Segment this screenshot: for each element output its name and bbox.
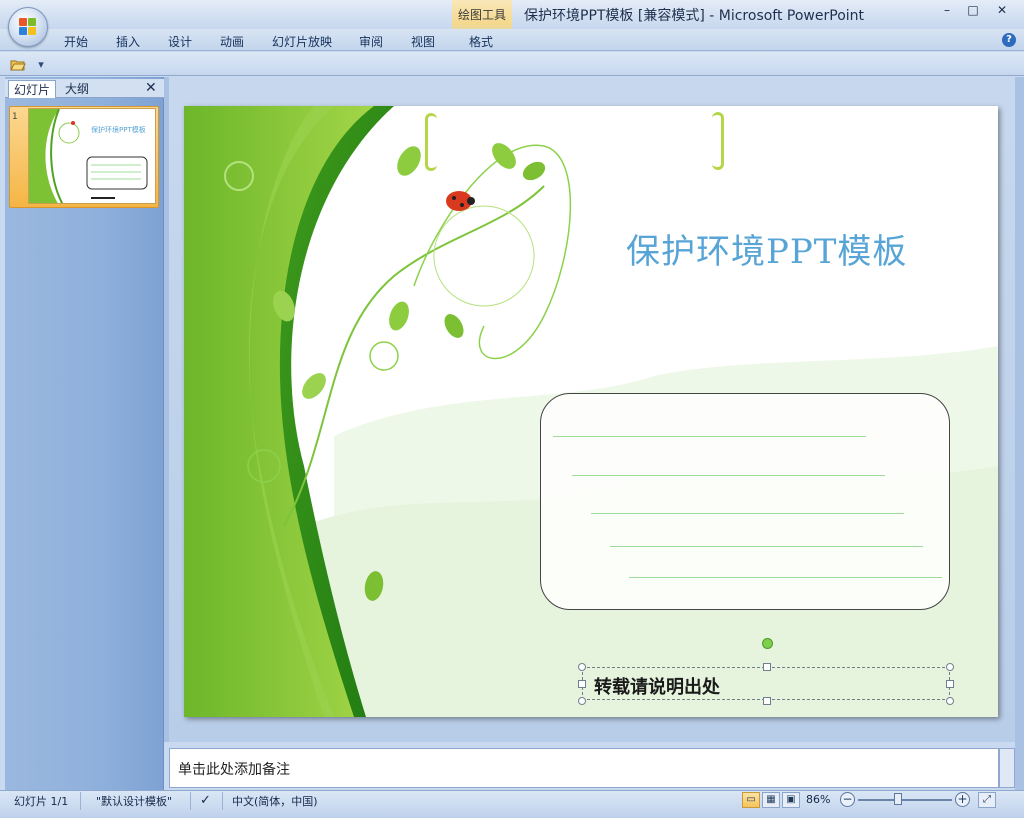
- resize-handle-left[interactable]: [578, 680, 586, 688]
- fit-to-window-button[interactable]: ⤢: [978, 792, 996, 808]
- tab-view[interactable]: 视图: [411, 33, 435, 50]
- tab-home[interactable]: 开始: [64, 33, 88, 50]
- office-button[interactable]: [8, 7, 48, 47]
- status-separator: [190, 792, 191, 810]
- text-line: [610, 546, 923, 547]
- tab-format[interactable]: 格式: [469, 33, 493, 50]
- tab-slides[interactable]: 幻灯片: [8, 80, 57, 98]
- tab-review[interactable]: 审阅: [359, 33, 383, 50]
- resize-handle-tr[interactable]: [946, 663, 954, 671]
- notes-placeholder[interactable]: 单击此处添加备注: [178, 759, 290, 779]
- text-line: [629, 577, 942, 578]
- resize-handle-bottom[interactable]: [763, 697, 771, 705]
- quick-access-toolbar: [0, 52, 1024, 76]
- notes-pane[interactable]: [169, 748, 999, 788]
- vertical-scrollbar[interactable]: [1015, 77, 1024, 790]
- zoom-slider-thumb[interactable]: [894, 793, 902, 805]
- close-button[interactable]: ✕: [990, 2, 1014, 18]
- title-bracket-left: [425, 113, 437, 171]
- folder-open-icon[interactable]: [10, 58, 26, 72]
- zoom-level[interactable]: 86%: [806, 793, 830, 806]
- resize-handle-tl[interactable]: [578, 663, 586, 671]
- close-pane-icon[interactable]: ✕: [145, 80, 157, 96]
- status-separator: [222, 792, 223, 810]
- text-line: [572, 475, 885, 476]
- resize-handle-top[interactable]: [763, 663, 771, 671]
- title-bracket-right: [712, 112, 724, 170]
- drawing-tools-label: 绘图工具: [457, 8, 506, 22]
- theme-name[interactable]: "默认设计模板": [96, 793, 172, 809]
- slide-sorter-button[interactable]: ▦: [762, 792, 780, 808]
- language-indicator[interactable]: 中文(简体，中国): [232, 793, 318, 809]
- zoom-slider-track[interactable]: [858, 799, 952, 801]
- text-line: [553, 436, 866, 437]
- normal-view-button[interactable]: ▭: [742, 792, 760, 808]
- slide-title[interactable]: 保护环境PPT模板: [626, 224, 907, 273]
- title-bar: [0, 0, 1024, 29]
- tab-animations[interactable]: 动画: [220, 33, 244, 50]
- slide-thumbnail-preview[interactable]: 保护环境PPT模板: [28, 108, 156, 204]
- window-title: 保护环境PPT模板 [兼容模式] - Microsoft PowerPoint: [524, 8, 865, 24]
- slide-thumbnail-number: 1: [12, 112, 18, 122]
- resize-handle-br[interactable]: [946, 697, 954, 705]
- spell-check-icon[interactable]: ✓: [200, 793, 211, 808]
- help-icon[interactable]: ?: [1002, 33, 1016, 47]
- tab-slideshow[interactable]: 幻灯片放映: [272, 33, 332, 50]
- tab-outline[interactable]: 大纲: [60, 80, 94, 98]
- thumbnail-title: 保护环境PPT模板: [91, 126, 146, 134]
- resize-handle-bl[interactable]: [578, 697, 586, 705]
- notes-scrollbar[interactable]: [999, 748, 1015, 788]
- customize-toolbar-dropdown[interactable]: ▾: [33, 58, 49, 72]
- tab-insert[interactable]: 插入: [116, 33, 140, 50]
- rotation-handle[interactable]: [762, 638, 773, 649]
- slide-caption[interactable]: 转载请说明出处: [594, 673, 720, 699]
- status-separator: [80, 792, 81, 810]
- text-line: [591, 513, 904, 514]
- slideshow-view-button[interactable]: ▣: [782, 792, 800, 808]
- ribbon-tab-row: [0, 29, 1024, 51]
- tab-design[interactable]: 设计: [168, 33, 192, 50]
- minimize-button[interactable]: –: [935, 2, 959, 18]
- maximize-button[interactable]: □: [961, 2, 985, 18]
- zoom-out-button[interactable]: −: [840, 792, 855, 807]
- office-logo-icon: [19, 18, 37, 36]
- resize-handle-right[interactable]: [946, 680, 954, 688]
- zoom-in-button[interactable]: +: [955, 792, 970, 807]
- slide-counter: 幻灯片 1/1: [14, 795, 69, 808]
